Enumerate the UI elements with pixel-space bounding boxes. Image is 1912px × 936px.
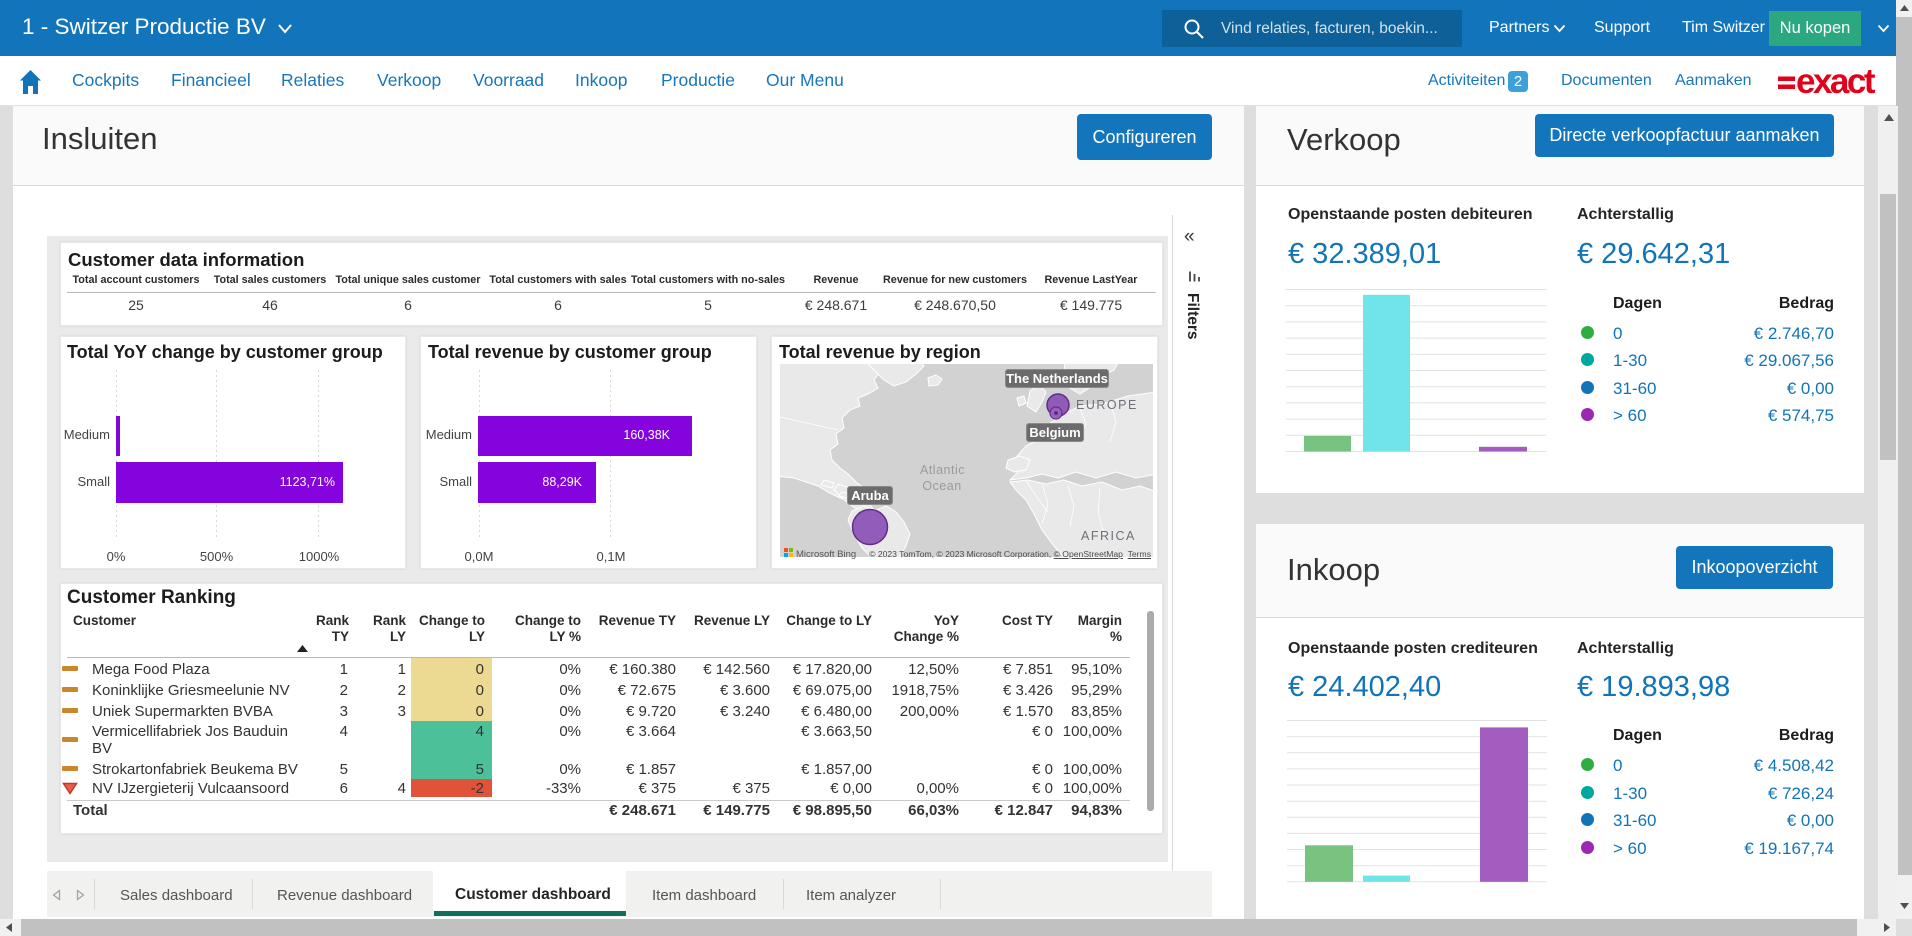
svg-text:exact: exact	[1796, 64, 1876, 101]
